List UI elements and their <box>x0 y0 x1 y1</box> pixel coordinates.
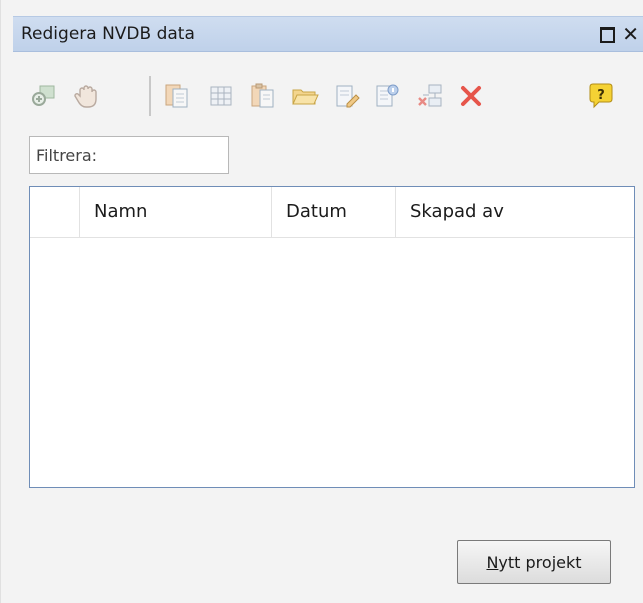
open-folder-icon[interactable] <box>291 82 319 110</box>
toolbar: ? <box>29 76 629 116</box>
maximize-icon[interactable] <box>600 27 615 43</box>
grid-header: Namn Datum Skapad av <box>30 187 634 238</box>
grid-body[interactable] <box>30 238 634 487</box>
column-header-namn[interactable]: Namn <box>80 187 272 237</box>
copy-document-icon[interactable] <box>163 82 191 110</box>
title-bar: Redigera NVDB data ✕ <box>13 16 643 52</box>
delete-icon[interactable] <box>457 82 485 110</box>
column-header-selector[interactable] <box>30 187 80 237</box>
edit-nvdb-panel: Redigera NVDB data ✕ ? Filtrera: Namn Da… <box>0 0 643 603</box>
project-grid[interactable]: Namn Datum Skapad av <box>29 186 635 488</box>
help-icon[interactable]: ? <box>587 82 615 110</box>
column-header-datum[interactable]: Datum <box>272 187 396 237</box>
paste-document-icon[interactable] <box>249 82 277 110</box>
zoom-to-icon[interactable] <box>29 82 57 110</box>
properties-document-icon[interactable] <box>373 82 401 110</box>
network-delete-icon[interactable] <box>417 82 445 110</box>
column-header-skapad-av[interactable]: Skapad av <box>396 187 634 237</box>
new-project-button[interactable]: Nytt projekt <box>457 540 611 584</box>
svg-text:?: ? <box>597 88 605 103</box>
edit-document-icon[interactable] <box>333 82 361 110</box>
pan-hand-icon[interactable] <box>73 82 101 110</box>
window-title: Redigera NVDB data <box>21 24 195 44</box>
close-icon[interactable]: ✕ <box>622 22 639 46</box>
filter-input[interactable] <box>29 136 229 174</box>
table-icon[interactable] <box>207 82 235 110</box>
toolbar-separator <box>149 76 151 116</box>
